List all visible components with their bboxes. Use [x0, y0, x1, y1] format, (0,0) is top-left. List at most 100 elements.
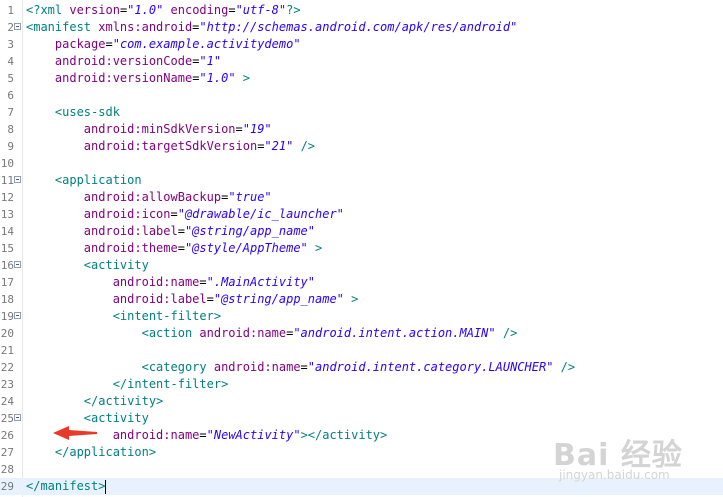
code-text: </intent-filter> [26, 376, 229, 393]
code-token: "utf-8" [235, 3, 287, 17]
code-token: <category [141, 360, 214, 374]
code-line[interactable]: 21 [0, 342, 723, 359]
code-token: android:versionCode [54, 54, 193, 68]
code-text: android:allowBackup="true" [26, 189, 272, 206]
code-token: android:theme [83, 241, 178, 255]
code-line[interactable]: 6 [0, 87, 723, 104]
code-token: "http://schemas.android.com/apk/res/andr… [199, 20, 518, 34]
fold-toggle-icon[interactable] [14, 414, 21, 421]
line-number: 22 [0, 361, 14, 374]
code-line[interactable]: 1 <?xml version="1.0" encoding="utf-8"?> [0, 2, 723, 19]
code-token: = [105, 37, 113, 51]
code-token: "android.intent.category.LAUNCHER" [307, 360, 554, 374]
line-number: 11 [0, 174, 14, 187]
code-token: /> [300, 139, 316, 153]
code-token: xmlns:android [98, 20, 193, 34]
code-token: <intent-filter> [112, 309, 222, 323]
code-line[interactable]: 13 android:icon="@drawable/ic_launcher" [0, 206, 723, 223]
code-line[interactable]: 9 android:targetSdkVersion="21" /> [0, 138, 723, 155]
code-token: "1" [199, 54, 222, 68]
line-number: 26 [0, 429, 14, 442]
code-line[interactable]: 10 [0, 155, 723, 172]
code-line[interactable]: 18 android:label="@string/app_name" > [0, 291, 723, 308]
code-token: android:name [112, 428, 200, 442]
code-token: > [315, 241, 323, 255]
code-token: encoding [170, 3, 229, 17]
code-line[interactable]: 14 android:label="@string/app_name" [0, 223, 723, 240]
code-line[interactable]: 22 <category android:name="android.inten… [0, 359, 723, 376]
fold-toggle-icon[interactable] [14, 23, 21, 30]
code-line[interactable]: 2 <manifest xmlns:android="http://schemas… [0, 19, 723, 36]
code-token: </manifest> [26, 479, 106, 493]
fold-toggle-icon[interactable] [14, 312, 21, 319]
code-token: android:name [213, 360, 301, 374]
code-line[interactable]: 7 <uses-sdk [0, 104, 723, 121]
line-number: 6 [7, 89, 14, 102]
fold-toggle-icon[interactable] [14, 176, 21, 183]
code-token: android:versionName [54, 71, 193, 85]
xml-code-editor[interactable]: 1 <?xml version="1.0" encoding="utf-8"?> 2… [0, 0, 723, 497]
code-text: package="com.example.activitydemo" [26, 36, 301, 53]
fold-toggle-icon[interactable] [14, 261, 21, 268]
code-line[interactable]: 16 <activity [0, 257, 723, 274]
line-number: 9 [7, 140, 14, 153]
code-line[interactable]: 15 android:theme="@style/AppTheme" > [0, 240, 723, 257]
code-token: android:label [83, 224, 178, 238]
code-token: android:icon [83, 207, 171, 221]
code-token: "@style/AppTheme" [184, 241, 308, 255]
line-number: 25 [0, 412, 14, 425]
code-line[interactable]: 19 <intent-filter> [0, 308, 723, 325]
code-line[interactable]: 4 android:versionCode="1" [0, 53, 723, 70]
code-token: > [242, 71, 251, 85]
line-number: 19 [0, 310, 14, 323]
code-text: <uses-sdk [26, 104, 120, 121]
code-text: <activity [26, 257, 149, 274]
code-line[interactable]: 24 </activity> [0, 393, 723, 410]
code-line[interactable]: 5 android:versionName="1.0" > [0, 70, 723, 87]
code-text: <?xml version="1.0" encoding="utf-8"?> [26, 2, 301, 19]
code-token: <activity [83, 411, 149, 425]
code-text: <category android:name="android.intent.c… [26, 359, 576, 376]
code-text: android:targetSdkVersion="21" /> [26, 138, 315, 155]
code-line[interactable]: 11 <application [0, 172, 723, 189]
code-line[interactable]: 8 android:minSdkVersion="19" [0, 121, 723, 138]
code-line[interactable]: 17 android:name=".MainActivity" [0, 274, 723, 291]
code-token: = [228, 3, 236, 17]
line-number: 15 [0, 242, 14, 255]
code-token: = [300, 360, 308, 374]
code-token: ".MainActivity" [206, 275, 316, 289]
line-number: 17 [0, 276, 14, 289]
code-token: </intent-filter> [112, 377, 229, 391]
code-line[interactable]: 12 android:allowBackup="true" [0, 189, 723, 206]
code-token: ></activity> [300, 428, 388, 442]
line-number: 29 [0, 480, 14, 493]
code-token: "1.0" [199, 71, 236, 85]
code-line[interactable]: 20 <action android:name="android.intent.… [0, 325, 723, 342]
red-arrow-icon [53, 426, 97, 440]
code-token: </activity> [83, 394, 164, 408]
code-line[interactable]: 23 </intent-filter> [0, 376, 723, 393]
text-cursor [105, 479, 107, 494]
code-text: android:versionName="1.0" > [26, 70, 250, 87]
code-token: <activity [83, 258, 149, 272]
code-token: = [199, 428, 207, 442]
code-line[interactable]: 3 package="com.example.activitydemo" [0, 36, 723, 53]
code-token: android:targetSdkVersion [83, 139, 258, 153]
code-line[interactable]: 25 <activity [0, 410, 723, 427]
code-text: android:theme="@style/AppTheme" > [26, 240, 322, 257]
